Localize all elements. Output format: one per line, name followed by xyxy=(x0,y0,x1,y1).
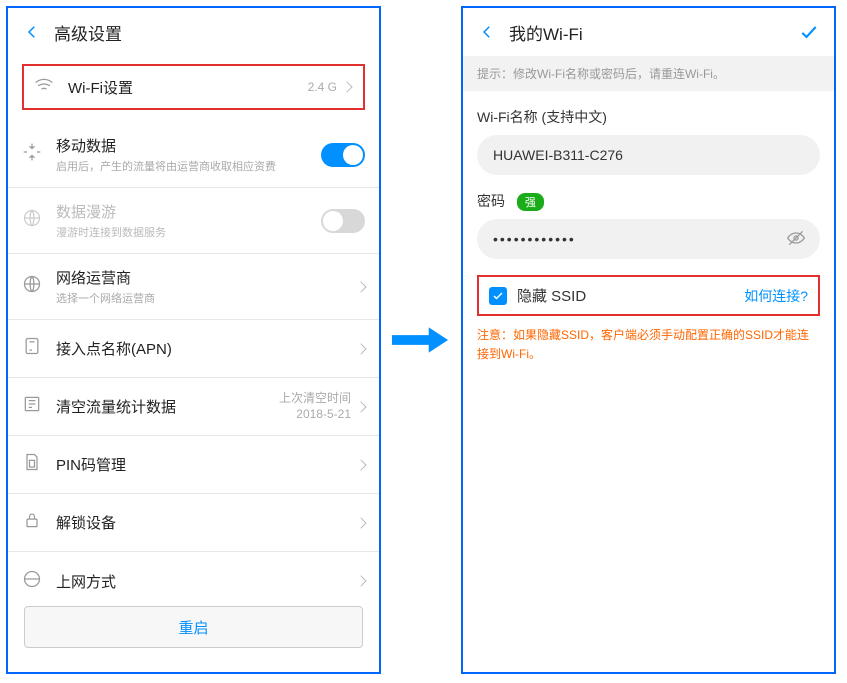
chevron-right-icon xyxy=(355,281,366,292)
row-mobile-data[interactable]: 移动数据 启用后，产生的流量将由运营商收取相应资费 xyxy=(8,122,379,188)
eye-off-icon[interactable] xyxy=(786,228,806,251)
chevron-right-icon xyxy=(341,81,352,92)
carrier-label: 网络运营商 xyxy=(56,267,357,288)
chevron-right-icon xyxy=(355,401,366,412)
wifi-label: Wi-Fi设置 xyxy=(68,77,308,98)
net-mode-label: 上网方式 xyxy=(56,571,357,591)
row-carrier[interactable]: 网络运营商 选择一个网络运营商 xyxy=(8,254,379,320)
mobile-data-label: 移动数据 xyxy=(56,135,321,156)
hint-text: 提示：修改Wi-Fi名称或密码后，请重连Wi-Fi。 xyxy=(463,56,834,91)
unlock-label: 解锁设备 xyxy=(56,512,357,533)
roaming-toggle[interactable] xyxy=(321,209,365,233)
wifi-icon xyxy=(34,75,68,100)
row-clear-stats[interactable]: 清空流量统计数据 上次清空时间 2018-5-21 xyxy=(8,378,379,436)
hide-ssid-checkbox[interactable] xyxy=(489,287,507,305)
arrow-right-icon xyxy=(391,325,451,355)
right-content: 提示：修改Wi-Fi名称或密码后，请重连Wi-Fi。 Wi-Fi名称 (支持中文… xyxy=(463,56,834,672)
password-input[interactable]: •••••••••••• xyxy=(477,219,820,259)
lock-icon xyxy=(22,510,56,535)
sim-icon xyxy=(22,452,56,477)
chevron-right-icon xyxy=(355,343,366,354)
back-icon[interactable] xyxy=(477,22,497,42)
net-icon xyxy=(22,569,56,591)
pin-label: PIN码管理 xyxy=(56,454,357,475)
mobile-data-sub: 启用后，产生的流量将由运营商收取相应资费 xyxy=(56,158,321,174)
wifi-value: 2.4 G xyxy=(308,80,337,94)
confirm-check-icon[interactable] xyxy=(798,21,820,43)
wifi-name-label: Wi-Fi名称 (支持中文) xyxy=(463,91,834,135)
chevron-right-icon xyxy=(355,575,366,586)
restart-button[interactable]: 重启 xyxy=(24,606,363,648)
clear-time-label: 上次清空时间 xyxy=(279,391,351,407)
row-pin[interactable]: PIN码管理 xyxy=(8,436,379,494)
back-icon[interactable] xyxy=(22,22,42,42)
roaming-icon xyxy=(22,208,56,233)
globe-icon xyxy=(22,274,56,299)
apn-label: 接入点名称(APN) xyxy=(56,338,357,359)
apn-icon xyxy=(22,336,56,361)
wifi-name-input[interactable]: HUAWEI-B311-C276 xyxy=(477,135,820,175)
chevron-right-icon xyxy=(355,517,366,528)
clear-time-value: 2018-5-21 xyxy=(279,407,351,423)
carrier-sub: 选择一个网络运营商 xyxy=(56,290,357,306)
roaming-label: 数据漫游 xyxy=(56,201,321,222)
hide-ssid-label: 隐藏 SSID xyxy=(517,285,744,306)
clear-stats-label: 清空流量统计数据 xyxy=(56,396,279,417)
how-connect-link[interactable]: 如何连接? xyxy=(744,286,808,306)
mobile-data-toggle[interactable] xyxy=(321,143,365,167)
hide-ssid-row[interactable]: 隐藏 SSID 如何连接? xyxy=(477,275,820,316)
left-title: 高级设置 xyxy=(54,20,122,45)
row-wifi-settings[interactable]: Wi-Fi设置 2.4 G xyxy=(22,64,365,110)
mobile-data-icon xyxy=(22,142,56,167)
left-screen: 高级设置 Wi-Fi设置 2.4 G 移动数据 启用后，产生的流量将由运营商收取… xyxy=(6,6,381,674)
row-net-mode[interactable]: 上网方式 xyxy=(8,552,379,590)
left-header: 高级设置 xyxy=(8,8,379,56)
left-footer: 重启 xyxy=(8,590,379,672)
row-unlock[interactable]: 解锁设备 xyxy=(8,494,379,552)
roaming-sub: 漫游时连接到数据服务 xyxy=(56,224,321,240)
row-roaming[interactable]: 数据漫游 漫游时连接到数据服务 xyxy=(8,188,379,254)
password-strength-badge: 强 xyxy=(517,193,544,211)
ssid-warning-text: 注意：如果隐藏SSID，客户端必须手动配置正确的SSID才能连接到Wi-Fi。 xyxy=(463,326,834,364)
password-label: 密码 强 xyxy=(463,175,834,219)
stats-icon xyxy=(22,394,56,419)
chevron-right-icon xyxy=(355,459,366,470)
right-header: 我的Wi-Fi xyxy=(463,8,834,56)
left-content: Wi-Fi设置 2.4 G 移动数据 启用后，产生的流量将由运营商收取相应资费 … xyxy=(8,56,379,590)
right-title: 我的Wi-Fi xyxy=(509,20,583,45)
row-apn[interactable]: 接入点名称(APN) xyxy=(8,320,379,378)
right-screen: 我的Wi-Fi 提示：修改Wi-Fi名称或密码后，请重连Wi-Fi。 Wi-Fi… xyxy=(461,6,836,674)
